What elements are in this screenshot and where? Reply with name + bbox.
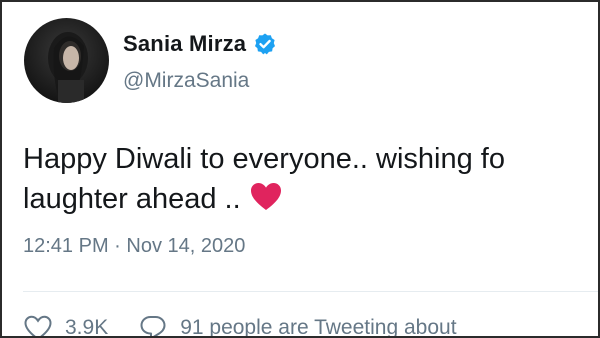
tweeting-about-link[interactable]: 91 people are Tweeting about: [138, 313, 457, 338]
red-heart-emoji: [249, 180, 283, 214]
heart-outline-icon[interactable]: [23, 313, 53, 336]
speech-bubble-icon: [138, 313, 168, 336]
divider: [23, 291, 598, 292]
display-name[interactable]: Sania Mirza: [123, 31, 246, 57]
tweet-text: Happy Diwali to everyone.. wishing fo la…: [23, 139, 505, 219]
tweet-timestamp[interactable]: 12:41 PM · Nov 14, 2020: [23, 235, 245, 258]
tweet-text-line-1: Happy Diwali to everyone.. wishing fo: [23, 143, 505, 175]
name-row: Sania Mirza: [123, 31, 277, 57]
tweet-card: Sania Mirza @MirzaSania Happy Diwali to …: [0, 0, 600, 338]
avatar[interactable]: [24, 18, 109, 103]
tweet-text-line-2: laughter ahead ..: [23, 179, 505, 219]
user-handle[interactable]: @MirzaSania: [123, 69, 249, 93]
like-count[interactable]: 3.9K: [65, 316, 108, 336]
tweeting-about-text: 91 people are Tweeting about: [180, 316, 457, 338]
tweet-text-line-2-words: laughter ahead ..: [23, 183, 241, 215]
avatar-image: [24, 18, 109, 103]
verified-badge-icon: [253, 32, 277, 56]
tweet-actions: 3.9K 91 people are Tweeting about: [23, 313, 457, 338]
